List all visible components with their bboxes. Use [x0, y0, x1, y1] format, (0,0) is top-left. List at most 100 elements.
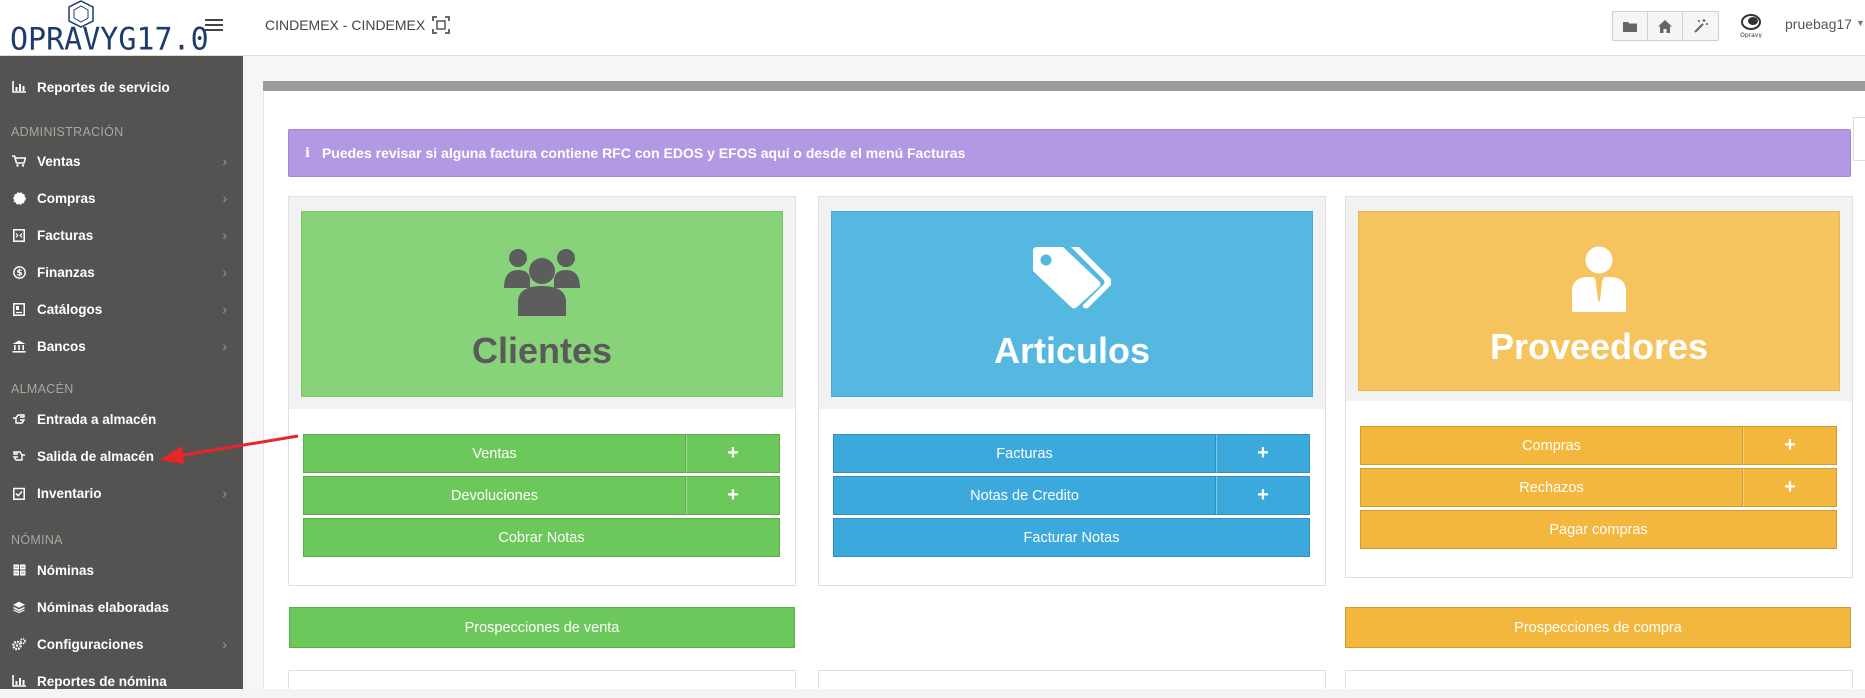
chevron-right-icon: › — [222, 636, 227, 652]
logo[interactable]: OPRAVYG17.0 — [6, 0, 209, 58]
action-row-cobrar-notas: Cobrar Notas — [303, 518, 780, 557]
company-name: CINDEMEX - CINDEMEX — [265, 17, 426, 33]
home-icon — [1658, 19, 1672, 33]
logo-text: OPRAVYG17.0 — [10, 21, 209, 58]
user-menu-caret-icon[interactable]: ▼ — [1856, 18, 1865, 28]
sidebar-item-reportes-nomina[interactable]: Reportes de nómina — [0, 664, 243, 698]
chevron-right-icon: › — [222, 301, 227, 317]
hand-right-icon — [12, 412, 26, 426]
gears-icon — [12, 637, 26, 651]
sidebar-item-label: Entrada a almacén — [37, 411, 157, 427]
cobrar-notas-button[interactable]: Cobrar Notas — [303, 518, 780, 557]
sidebar-item-label: Salida de almacén — [37, 448, 155, 464]
prospecciones-venta-button[interactable]: Prospecciones de venta — [289, 607, 795, 648]
sidebar-item-compras[interactable]: Compras › — [0, 181, 243, 215]
sidebar-item-bancos[interactable]: Bancos › — [0, 329, 243, 363]
sidebar-item-label: Compras — [37, 190, 96, 206]
card-title: Clientes — [471, 330, 613, 371]
add-nota-credito-button[interactable]: + — [1216, 476, 1310, 515]
action-row-notas-credito: Notas de Credito + — [833, 476, 1310, 515]
rechazos-button[interactable]: Rechazos — [1360, 468, 1743, 507]
chevron-right-icon: › — [222, 227, 227, 243]
notas-credito-button[interactable]: Notas de Credito — [833, 476, 1216, 515]
folder-icon — [1623, 22, 1637, 32]
user-avatar[interactable]: Opravy — [1736, 12, 1766, 38]
ventas-button[interactable]: Ventas — [303, 434, 686, 473]
add-rechazo-button[interactable]: + — [1743, 468, 1837, 507]
bank-icon — [12, 339, 26, 353]
chevron-right-icon: › — [222, 153, 227, 169]
top-bar: OPRAVYG17.0 CINDEMEX - CINDEMEX Opravy p… — [0, 0, 1865, 58]
articulos-tile[interactable]: Articulos — [831, 211, 1313, 397]
sidebar-item-entrada-almacen[interactable]: Entrada a almacén — [0, 402, 243, 436]
section-title-almacen: ALMACÉN — [11, 382, 74, 396]
card-partial-1 — [288, 670, 796, 689]
user-tie-icon — [1572, 246, 1626, 312]
info-alert[interactable]: i Puedes revisar si alguna factura conti… — [288, 129, 1851, 177]
sidebar-item-nominas[interactable]: Nóminas — [0, 553, 243, 587]
bar-chart-icon — [12, 80, 26, 94]
add-devolucion-button[interactable]: + — [686, 476, 780, 515]
sidebar-item-label: Finanzas — [37, 264, 95, 280]
users-icon — [504, 249, 580, 316]
proveedores-tile[interactable]: Proveedores — [1358, 211, 1840, 391]
checklist-icon — [12, 486, 26, 500]
sidebar-item-salida-almacen[interactable]: Salida de almacén — [0, 439, 243, 473]
sidebar-item-facturas[interactable]: Facturas › — [0, 218, 243, 252]
card-proveedores: Proveedores Compras + Rechazos + Pagar c… — [1345, 196, 1853, 578]
sidebar-item-reportes-servicio[interactable]: Reportes de servicio — [0, 70, 243, 104]
sidebar-item-catalogos[interactable]: Catálogos › — [0, 292, 243, 326]
chevron-right-icon: › — [222, 338, 227, 354]
sidebar-item-ventas[interactable]: Ventas › — [0, 144, 243, 178]
user-name[interactable]: pruebag17 — [1785, 16, 1852, 32]
add-compra-button[interactable]: + — [1743, 426, 1837, 465]
clientes-tile[interactable]: Clientes — [301, 211, 783, 397]
action-row-facturar-notas: Facturar Notas — [833, 518, 1310, 557]
folder-button[interactable] — [1613, 12, 1648, 40]
section-title-administracion: ADMINISTRACIÓN — [11, 125, 124, 139]
dollar-icon: $ — [12, 265, 26, 279]
home-button[interactable] — [1648, 12, 1683, 40]
sidebar-item-inventario[interactable]: Inventario › — [0, 476, 243, 510]
card-clientes: Clientes Ventas + Devoluciones + Cobrar … — [288, 196, 796, 586]
bar-chart-icon — [12, 674, 26, 688]
compras-button[interactable]: Compras — [1360, 426, 1743, 465]
card-articulos: Articulos Facturas + Notas de Credito + … — [818, 196, 1326, 586]
section-title-nomina: NÓMINA — [11, 533, 63, 547]
sidebar-item-finanzas[interactable]: $ Finanzas › — [0, 255, 243, 289]
sidebar-item-label: Nóminas — [37, 562, 95, 578]
book-icon — [12, 302, 26, 316]
add-factura-button[interactable]: + — [1216, 434, 1310, 473]
sidebar-item-label: Reportes de servicio — [37, 79, 170, 95]
chevron-right-icon: › — [222, 485, 227, 501]
menu-toggle-icon[interactable] — [203, 16, 225, 34]
sidebar-item-label: Nóminas elaboradas — [37, 599, 170, 615]
svg-text:$: $ — [16, 268, 22, 278]
prospecciones-compra-button[interactable]: Prospecciones de compra — [1345, 607, 1851, 648]
sidebar-item-nominas-elaboradas[interactable]: Nóminas elaboradas — [0, 590, 243, 624]
devoluciones-button[interactable]: Devoluciones — [303, 476, 686, 515]
fullscreen-icon[interactable] — [430, 14, 452, 36]
action-row-facturas: Facturas + — [833, 434, 1310, 473]
chevron-right-icon: › — [222, 190, 227, 206]
sidebar-item-label: Bancos — [37, 338, 86, 354]
grid-icon — [12, 563, 26, 577]
facturar-notas-button[interactable]: Facturar Notas — [833, 518, 1310, 557]
side-tab[interactable] — [1853, 117, 1865, 161]
facturas-button[interactable]: Facturas — [833, 434, 1216, 473]
badge-icon — [12, 191, 26, 205]
add-venta-button[interactable]: + — [686, 434, 780, 473]
panel-header-strip — [263, 81, 1865, 91]
svg-text:Opravy: Opravy — [1740, 32, 1762, 38]
sidebar-item-configuraciones[interactable]: Configuraciones › — [0, 627, 243, 661]
action-row-devoluciones: Devoluciones + — [303, 476, 780, 515]
action-row-pagar-compras: Pagar compras — [1360, 510, 1837, 549]
magic-wand-button[interactable] — [1683, 12, 1718, 40]
alert-text: Puedes revisar si alguna factura contien… — [321, 145, 966, 161]
sidebar-item-label: Reportes de nómina — [37, 673, 167, 689]
tags-icon — [1033, 247, 1111, 309]
card-partial-2 — [818, 670, 1326, 689]
action-row-compras: Compras + — [1360, 426, 1837, 465]
pagar-compras-button[interactable]: Pagar compras — [1360, 510, 1837, 549]
sidebar: Reportes de servicio ADMINISTRACIÓN Vent… — [0, 56, 243, 689]
